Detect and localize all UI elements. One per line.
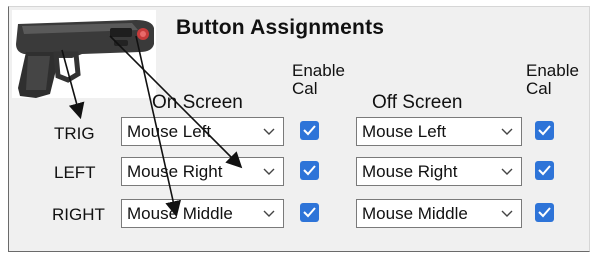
arrow-trigger xyxy=(61,49,85,120)
arrow-right-button xyxy=(135,35,181,218)
arrow-left-button xyxy=(109,35,243,169)
annotation-arrows xyxy=(61,35,243,218)
